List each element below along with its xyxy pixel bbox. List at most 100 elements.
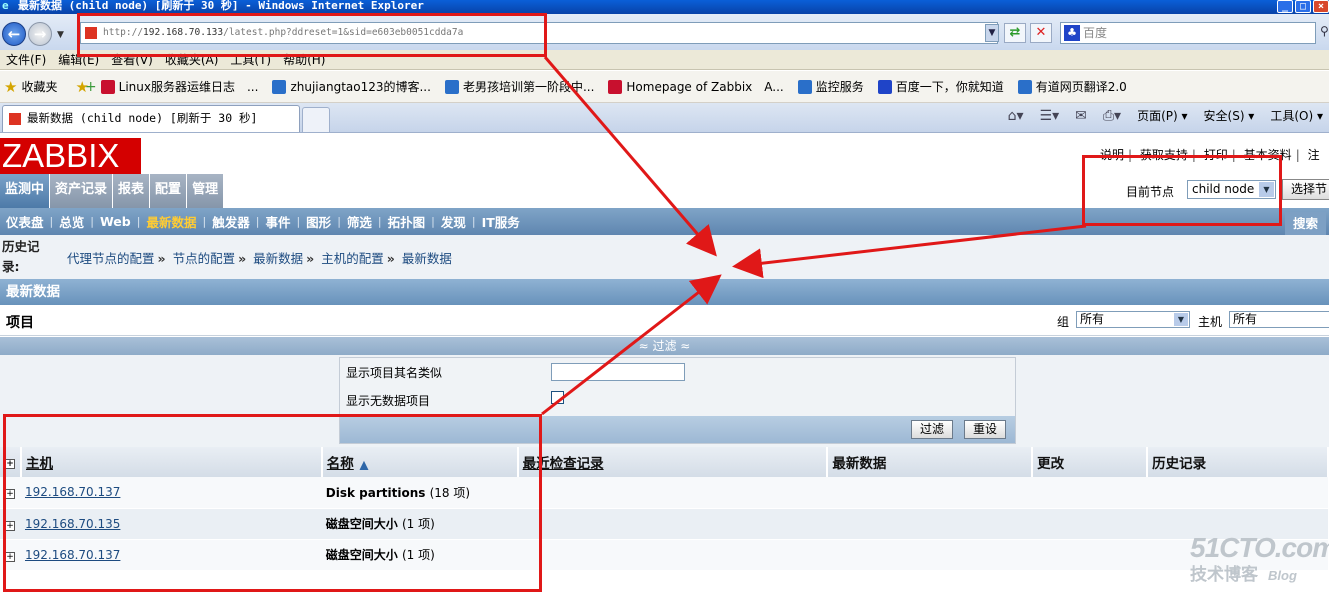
favorite-link[interactable]: Linux服务器运维日志 ...: [100, 78, 259, 95]
submenu-it-services[interactable]: IT服务: [476, 212, 526, 231]
item-count: (1 项): [401, 548, 435, 562]
menu-administration[interactable]: 管理: [187, 174, 225, 208]
breadcrumb-link[interactable]: 最新数据: [253, 251, 303, 266]
expand-plus-icon[interactable]: +: [5, 489, 15, 500]
url-prefix: http://: [103, 27, 144, 38]
search-go-icon[interactable]: ⚲: [1320, 24, 1329, 38]
window-controls: _ □ ×: [1277, 0, 1329, 13]
address-dropdown-icon[interactable]: ▼: [985, 24, 999, 42]
stop-icon[interactable]: ✕: [1030, 23, 1052, 43]
submenu-screens[interactable]: 筛选: [341, 212, 378, 231]
refresh-icon[interactable]: ⇄: [1004, 23, 1026, 43]
node-select[interactable]: child node ▼: [1187, 180, 1276, 199]
expand-all-header[interactable]: +: [0, 447, 22, 477]
expand-plus-icon[interactable]: +: [5, 520, 15, 531]
submenu-maps[interactable]: 拓扑图: [382, 212, 432, 231]
close-button[interactable]: ×: [1313, 0, 1329, 13]
favicon-icon: [272, 79, 287, 94]
node-select-value: child node: [1192, 182, 1255, 196]
host-link[interactable]: 192.168.70.137: [21, 485, 120, 499]
expand-plus-icon[interactable]: +: [5, 551, 15, 562]
filter-toggle[interactable]: ≈ 过滤 ≈: [0, 337, 1329, 355]
submenu-triggers[interactable]: 触发器: [206, 212, 256, 231]
host-select[interactable]: 所有: [1229, 311, 1329, 328]
filter-name-input[interactable]: [551, 363, 685, 381]
menu-bar: 文件(F) 编辑(E) 查看(V) 收藏夹(A) 工具(T) 帮助(H): [0, 50, 1329, 70]
item-group-name: Disk partitions (18 项): [322, 486, 470, 500]
tab-latest-data[interactable]: 最新数据 (child node) [刷新于 30 秒]: [2, 105, 300, 132]
search-tab[interactable]: 搜索: [1285, 212, 1327, 235]
address-toolbar: ← → ▼ http://192.168.70.133/latest.php?d…: [0, 14, 1329, 50]
section-title: 最新数据: [0, 279, 1329, 305]
menu-view[interactable]: 查看(V): [105, 51, 159, 68]
select-node-button[interactable]: 选择节: [1282, 179, 1329, 200]
favorite-link[interactable]: 老男孩培训第一阶段中...: [444, 78, 594, 95]
favorite-link-label: Linux服务器运维日志 ...: [118, 80, 259, 94]
zabbix-logo: ZABBIX: [0, 138, 141, 174]
items-header: 项目 组 所有 ▼ 主机 所有: [0, 305, 1329, 336]
favorites-button[interactable]: ★ 收藏夹: [0, 78, 57, 96]
menu-favorites[interactable]: 收藏夹(A): [159, 51, 225, 68]
column-header-name[interactable]: 名称 ▲: [321, 447, 519, 477]
submenu-overview[interactable]: 总览: [53, 212, 90, 231]
feeds-icon[interactable]: ☰▾: [1040, 108, 1060, 124]
menu-file[interactable]: 文件(F): [0, 51, 52, 68]
menu-reports[interactable]: 报表: [113, 174, 151, 208]
chevron-down-icon: ▼: [1174, 313, 1188, 326]
minimize-button[interactable]: _: [1277, 0, 1293, 13]
page-menu[interactable]: 页面(P) ▾: [1137, 107, 1187, 124]
column-header-last-check[interactable]: 最近检查记录: [517, 447, 829, 477]
breadcrumb-link[interactable]: 主机的配置: [321, 251, 384, 266]
print-icon[interactable]: ⎙▾: [1103, 108, 1121, 124]
submenu-web[interactable]: Web: [94, 214, 137, 229]
submenu-dashboard[interactable]: 仪表盘: [0, 212, 50, 231]
breadcrumb-link[interactable]: 最新数据: [402, 251, 452, 266]
expand-plus-icon: +: [5, 459, 15, 469]
host-link[interactable]: 192.168.70.137: [21, 548, 120, 562]
mail-icon[interactable]: ✉: [1075, 108, 1087, 124]
menu-tools[interactable]: 工具(T): [224, 51, 277, 68]
favorite-link[interactable]: 百度一下，你就知道: [877, 78, 1004, 95]
search-input[interactable]: ♣ 百度: [1060, 22, 1316, 44]
new-tab-button[interactable]: [302, 107, 330, 132]
breadcrumb-link[interactable]: 代理节点的配置: [67, 251, 155, 266]
column-header-host[interactable]: 主机: [20, 447, 323, 477]
help-link[interactable]: 说明: [1100, 148, 1124, 162]
tab-bar: 最新数据 (child node) [刷新于 30 秒] ⌂▾ ☰▾ ✉ ⎙▾ …: [0, 103, 1329, 133]
favicon-icon: [797, 79, 812, 94]
chevron-down-icon: ▼: [1259, 182, 1274, 197]
logout-link[interactable]: 注: [1308, 148, 1320, 162]
tools-menu[interactable]: 工具(O) ▾: [1270, 107, 1323, 124]
url-host: 192.168.70.133: [143, 27, 224, 38]
menu-help[interactable]: 帮助(H): [277, 51, 331, 68]
filter-nodata-label: 显示无数据项目: [346, 394, 431, 408]
group-select[interactable]: 所有 ▼: [1076, 311, 1190, 328]
favorite-link[interactable]: 监控服务: [797, 78, 864, 95]
maximize-button[interactable]: □: [1295, 0, 1311, 13]
address-input[interactable]: http://192.168.70.133/latest.php?ddreset…: [80, 22, 998, 44]
safety-menu[interactable]: 安全(S) ▾: [1204, 107, 1255, 124]
forward-button[interactable]: →: [28, 22, 52, 46]
submenu-latest-data[interactable]: 最新数据: [140, 212, 202, 231]
breadcrumb-link[interactable]: 节点的配置: [173, 251, 236, 266]
host-link[interactable]: 192.168.70.135: [21, 517, 120, 531]
favorite-link[interactable]: 有道网页翻译2.0: [1017, 78, 1127, 95]
profile-link[interactable]: 基本资料: [1244, 148, 1292, 162]
menu-edit[interactable]: 编辑(E): [52, 51, 105, 68]
menu-inventory[interactable]: 资产记录: [50, 174, 114, 208]
back-button[interactable]: ←: [2, 22, 26, 46]
filter-button[interactable]: 过滤: [911, 420, 954, 439]
submenu-graphs[interactable]: 图形: [300, 212, 337, 231]
submenu-events[interactable]: 事件: [259, 212, 296, 231]
menu-monitoring[interactable]: 监测中: [0, 174, 51, 208]
favorite-link[interactable]: zhujiangtao123的博客...: [272, 78, 431, 95]
favorite-link[interactable]: Homepage of Zabbix A...: [608, 78, 784, 95]
submenu-discovery[interactable]: 发现: [435, 212, 472, 231]
print-link[interactable]: 打印: [1204, 148, 1228, 162]
home-icon[interactable]: ⌂▾: [1008, 108, 1024, 124]
support-link[interactable]: 获取支持: [1140, 148, 1188, 162]
filter-nodata-checkbox[interactable]: [551, 391, 564, 404]
menu-configuration[interactable]: 配置: [150, 174, 188, 208]
history-dropdown-icon[interactable]: ▼: [57, 30, 64, 40]
reset-button[interactable]: 重设: [964, 420, 1007, 439]
